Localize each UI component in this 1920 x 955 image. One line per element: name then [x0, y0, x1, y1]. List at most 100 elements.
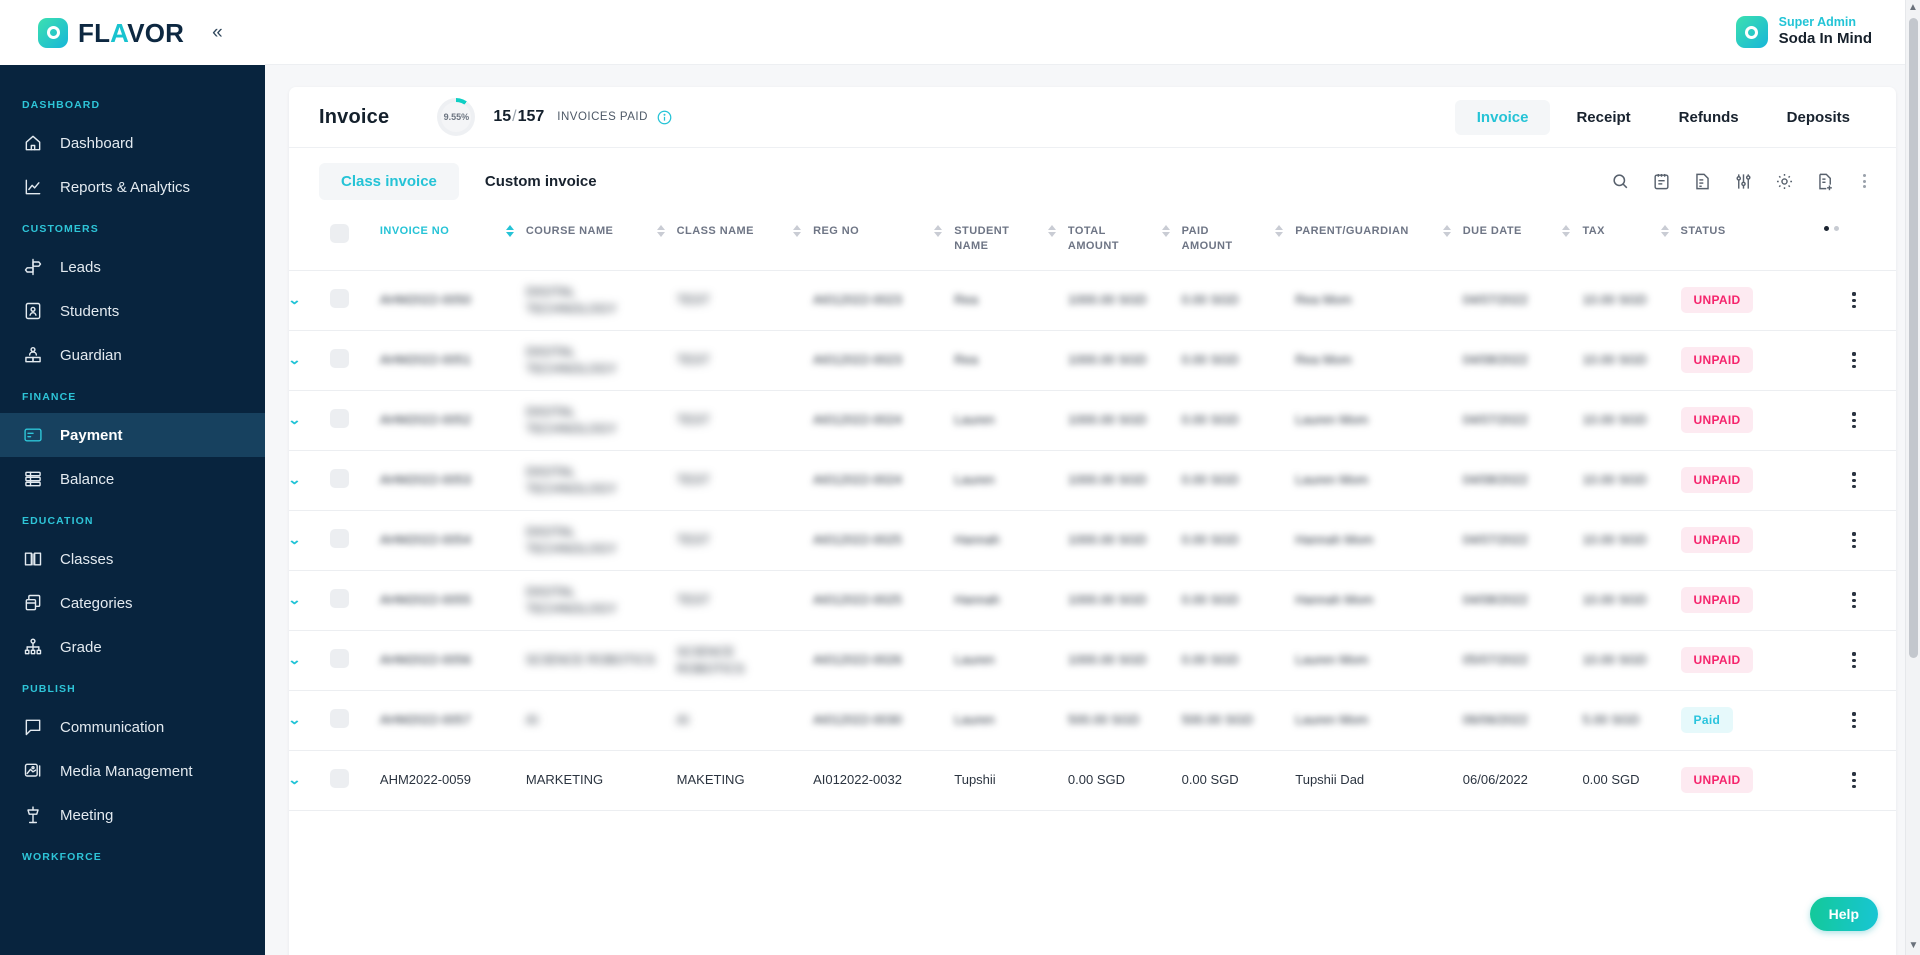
- chevron-down-icon[interactable]: ▼: [1906, 938, 1920, 953]
- row-expand-cell[interactable]: ⌄: [288, 570, 330, 630]
- sort-toggle[interactable]: [656, 225, 665, 237]
- clipboard-icon[interactable]: [1651, 171, 1671, 191]
- row-checkbox[interactable]: [329, 469, 349, 489]
- row-checkbox[interactable]: [329, 349, 349, 369]
- row-checkbox[interactable]: [329, 289, 349, 309]
- tab-deposits[interactable]: Deposits: [1765, 100, 1872, 135]
- sidebar-item-leads[interactable]: Leads: [0, 245, 265, 289]
- document-list-icon[interactable]: [1692, 171, 1712, 191]
- tab-receipt[interactable]: Receipt: [1554, 100, 1652, 135]
- row-select-cell[interactable]: [329, 630, 380, 690]
- col-header-invoice-no[interactable]: INVOICE NO: [379, 214, 526, 271]
- col-header-course-name[interactable]: COURSE NAME: [525, 214, 677, 271]
- table-row[interactable]: ⌄ AHM2022-0055 DIGITAL TECHNOLOGY TEST AI012…: [288, 570, 1896, 631]
- chevron-down-icon[interactable]: ⌄: [288, 472, 302, 488]
- sidebar-item-communication[interactable]: Communication: [0, 705, 265, 749]
- subtab-custom-invoice[interactable]: Custom invoice: [463, 163, 619, 200]
- tab-refunds[interactable]: Refunds: [1657, 100, 1761, 135]
- sidebar-item-dashboard[interactable]: Dashboard: [0, 121, 265, 165]
- row-expand-cell[interactable]: ⌄: [288, 630, 330, 690]
- sort-toggle[interactable]: [505, 225, 514, 237]
- gear-icon[interactable]: [1774, 171, 1794, 191]
- info-circle-icon[interactable]: [657, 110, 672, 125]
- chevron-down-icon[interactable]: ⌄: [288, 652, 302, 668]
- chevron-down-icon[interactable]: ⌄: [288, 532, 302, 548]
- page-scrollbar[interactable]: ▲ ▼: [1905, 0, 1920, 955]
- cell-row-actions[interactable]: [1824, 570, 1896, 630]
- chevron-down-icon[interactable]: ⌄: [288, 592, 302, 608]
- help-button[interactable]: Help: [1809, 897, 1878, 931]
- sidebar-item-classes[interactable]: Classes: [0, 537, 265, 581]
- row-kebab-icon[interactable]: [1824, 292, 1884, 308]
- sidebar-item-media-management[interactable]: Media Management: [0, 749, 265, 793]
- sort-toggle[interactable]: [1047, 225, 1056, 237]
- select-all-header[interactable]: [329, 214, 380, 271]
- table-row[interactable]: ⌄ AHM2022-0053 DIGITAL TECHNOLOGY TEST AI012…: [288, 450, 1896, 511]
- row-select-cell[interactable]: [329, 510, 380, 570]
- row-select-cell[interactable]: [329, 570, 380, 630]
- col-header-student-name[interactable]: STUDENT NAME: [954, 214, 1068, 271]
- row-actions-header[interactable]: [1824, 214, 1896, 271]
- col-header-status[interactable]: STATUS: [1680, 214, 1825, 271]
- sidebar-item-balance[interactable]: Balance: [0, 457, 265, 501]
- row-kebab-icon[interactable]: [1824, 352, 1884, 368]
- row-expand-cell[interactable]: ⌄: [288, 510, 330, 570]
- chevron-down-icon[interactable]: ⌄: [288, 772, 302, 788]
- row-checkbox[interactable]: [329, 529, 349, 549]
- table-row[interactable]: ⌄ AHM2022-0051 DIGITAL TECHNOLOGY TEST AI012…: [288, 330, 1896, 391]
- row-select-cell[interactable]: [329, 390, 380, 450]
- chevrons-left-icon[interactable]: «: [212, 23, 222, 42]
- sliders-icon[interactable]: [1733, 171, 1753, 191]
- row-expand-cell[interactable]: ⌄: [288, 330, 330, 390]
- col-header-due-date[interactable]: DUE DATE: [1462, 214, 1583, 271]
- row-select-cell[interactable]: [329, 330, 380, 390]
- sort-toggle[interactable]: [793, 225, 802, 237]
- table-row[interactable]: ⌄ AHM2022-0059 MARKETING MAKETING AI012022-0…: [288, 750, 1896, 811]
- select-all-checkbox[interactable]: [329, 224, 349, 243]
- sidebar-item-grade[interactable]: Grade: [0, 625, 265, 669]
- kebab-menu-icon[interactable]: [1856, 174, 1872, 188]
- cell-row-actions[interactable]: [1824, 270, 1896, 330]
- account-menu[interactable]: Super Admin Soda In Mind: [1735, 15, 1872, 49]
- row-expand-cell[interactable]: ⌄: [288, 690, 330, 750]
- sort-toggle[interactable]: [1275, 225, 1284, 237]
- row-select-cell[interactable]: [329, 270, 380, 330]
- table-row[interactable]: ⌄ AHM2022-0054 DIGITAL TECHNOLOGY TEST AI012…: [288, 510, 1896, 571]
- table-row[interactable]: ⌄ AHM2022-0057 AI AI AI012022-0030 Lauren 500.…: [288, 690, 1896, 751]
- chevron-up-icon[interactable]: ▲: [1906, 0, 1920, 15]
- col-header-class-name[interactable]: CLASS NAME: [676, 214, 814, 271]
- row-checkbox[interactable]: [329, 409, 349, 429]
- row-expand-cell[interactable]: ⌄: [288, 390, 330, 450]
- sidebar-item-categories[interactable]: Categories: [0, 581, 265, 625]
- row-kebab-icon[interactable]: [1824, 532, 1884, 548]
- sidebar-item-guardian[interactable]: Guardian: [0, 333, 265, 377]
- chevron-down-icon[interactable]: ⌄: [288, 712, 302, 728]
- sort-toggle[interactable]: [934, 225, 943, 237]
- row-expand-cell[interactable]: ⌄: [288, 270, 330, 330]
- chevron-down-icon[interactable]: ⌄: [288, 412, 302, 428]
- row-select-cell[interactable]: [329, 450, 380, 510]
- col-header-tax[interactable]: TAX: [1582, 214, 1681, 271]
- tab-invoice[interactable]: Invoice: [1454, 99, 1551, 135]
- sidebar-item-reports-analytics[interactable]: Reports & Analytics: [0, 165, 265, 209]
- cell-row-actions[interactable]: [1824, 630, 1896, 690]
- sidebar-item-payment[interactable]: Payment: [0, 413, 265, 457]
- sidebar-item-meeting[interactable]: Meeting: [0, 793, 265, 837]
- table-row[interactable]: ⌄ AHM2022-0056 SCIENCE ROBOTICS SCIENCE ROB…: [288, 630, 1896, 691]
- sidebar-item-students[interactable]: Students: [0, 289, 265, 333]
- chevron-down-icon[interactable]: ⌄: [288, 292, 302, 308]
- cell-row-actions[interactable]: [1824, 510, 1896, 570]
- search-icon[interactable]: [1610, 171, 1630, 191]
- cell-row-actions[interactable]: [1824, 690, 1896, 750]
- cell-row-actions[interactable]: [1824, 330, 1896, 390]
- sort-toggle[interactable]: [1660, 225, 1669, 237]
- row-expand-cell[interactable]: ⌄: [288, 450, 330, 510]
- table-row[interactable]: ⌄ AHM2022-0050 DIGITAL TECHNOLOGY TEST AI012…: [288, 270, 1896, 331]
- col-header-parent-guardian[interactable]: PARENT/GUARDIAN: [1295, 214, 1463, 271]
- sort-toggle[interactable]: [1442, 225, 1451, 237]
- row-kebab-icon[interactable]: [1824, 412, 1884, 428]
- col-header-total-amount[interactable]: TOTAL AMOUNT: [1067, 214, 1182, 271]
- scrollbar-thumb[interactable]: [1909, 18, 1918, 658]
- row-checkbox[interactable]: [329, 769, 349, 789]
- row-kebab-icon[interactable]: [1824, 592, 1884, 608]
